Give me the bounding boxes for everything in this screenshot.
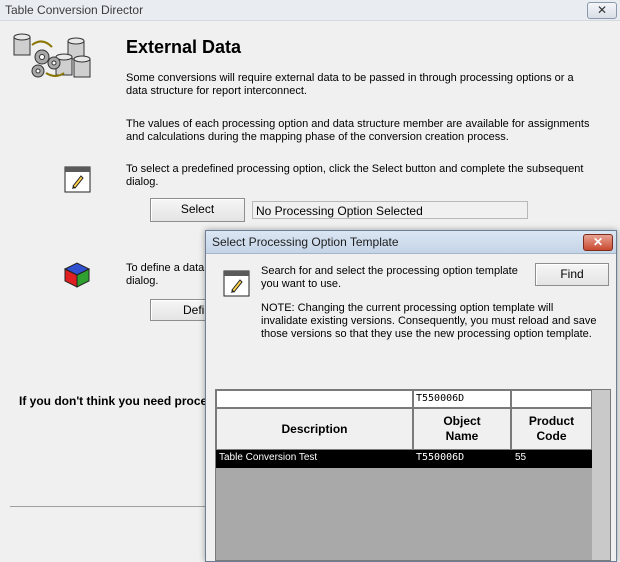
define-text-line1: To define a data [126, 262, 205, 274]
page-heading: External Data [126, 37, 242, 57]
define-button[interactable]: Defi [150, 299, 206, 321]
selected-option-field: No Processing Option Selected [252, 201, 528, 219]
divider [10, 506, 206, 507]
database-conversion-icon [12, 33, 94, 83]
grid-scrollbar[interactable] [592, 390, 610, 560]
row-object-name: T550006D [416, 452, 465, 463]
dialog-title-bar: Select Processing Option Template ✕ [206, 231, 616, 254]
dialog-title: Select Processing Option Template [212, 235, 399, 249]
title-bar: Table Conversion Director ✕ [0, 0, 620, 21]
template-grid: T550006D Description Object Name Product… [215, 389, 611, 561]
edit-form-icon [223, 270, 250, 297]
column-header-description[interactable]: Description [216, 408, 413, 450]
close-button[interactable]: ✕ [587, 2, 617, 19]
row-description: Table Conversion Test [219, 452, 318, 463]
dialog-note: NOTE: Changing the current processing op… [261, 302, 597, 340]
dialog-close-button[interactable]: ✕ [583, 234, 613, 251]
column-header-object-name[interactable]: Object Name [413, 408, 511, 450]
select-template-dialog: Select Processing Option Template ✕ Sear… [205, 230, 617, 562]
intro-text: Some conversions will require external d… [126, 72, 574, 97]
filter-product-code-input[interactable] [511, 390, 592, 408]
filter-object-name-input[interactable]: T550006D [413, 390, 511, 408]
values-text: The values of each processing option and… [126, 118, 590, 143]
dialog-instruction: Search for and select the processing opt… [261, 265, 518, 290]
column-header-product-code[interactable]: Product Code [511, 408, 592, 450]
filter-description-input[interactable] [216, 390, 413, 408]
select-instructions: To select a predefined processing option… [126, 163, 584, 188]
row-product-code: 55 [515, 452, 527, 463]
window-title: Table Conversion Director [5, 3, 144, 17]
find-button[interactable]: Find [535, 263, 609, 286]
data-structure-cube-icon [61, 259, 93, 291]
table-row[interactable]: Table Conversion Test T550006D 55 [216, 450, 592, 468]
define-text-line2: dialog. [126, 275, 159, 287]
edit-form-icon [64, 166, 91, 193]
skip-hint-text: If you don't think you need proce [19, 394, 208, 408]
select-button[interactable]: Select [150, 198, 245, 222]
